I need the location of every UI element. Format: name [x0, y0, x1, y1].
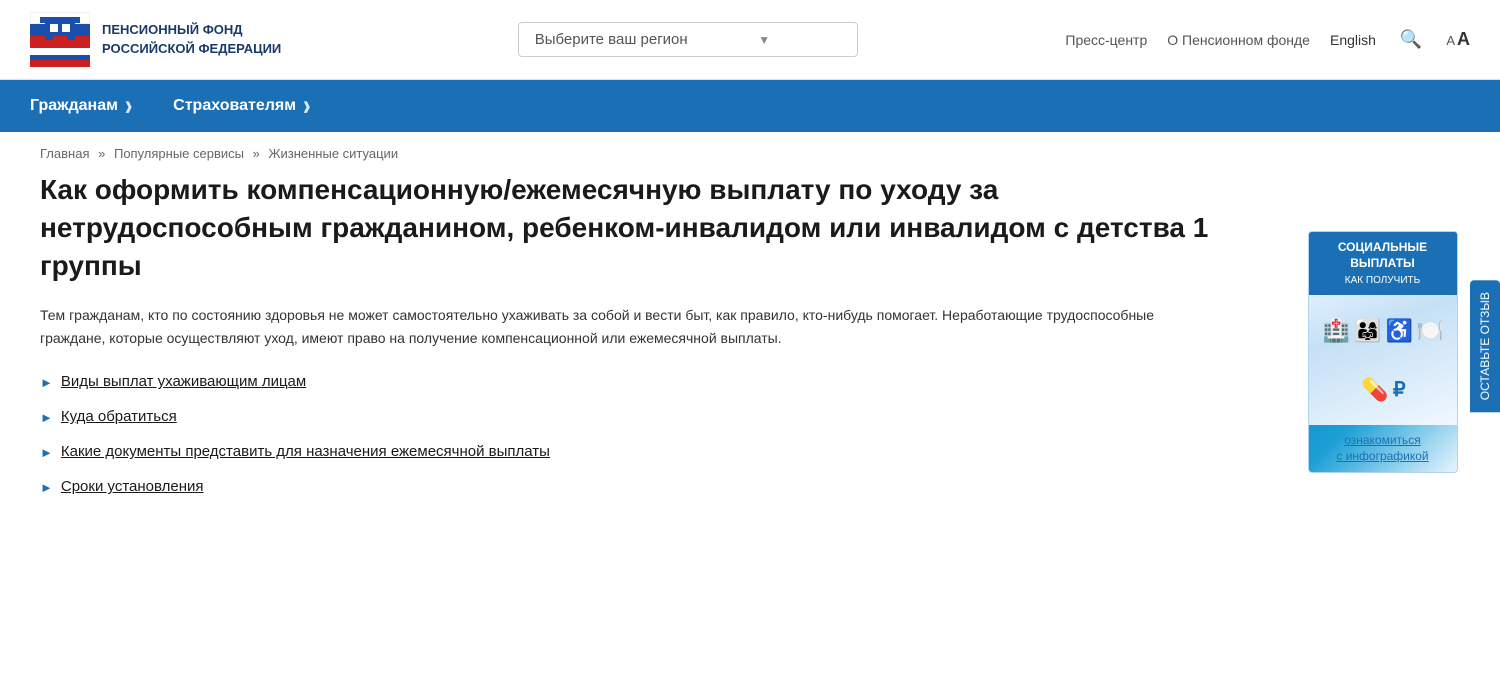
- list-item: ► Виды выплат ухаживающим лицам: [40, 373, 1275, 390]
- link-where-to-apply[interactable]: Куда обратиться: [61, 408, 177, 425]
- infographic-title: СОЦИАЛЬНЫЕ ВЫПЛАТЫ: [1315, 240, 1451, 271]
- infographic-icon-medical: 🏥: [1323, 318, 1350, 344]
- logo-text: ПЕНСИОННЫЙ ФОНД РОССИЙСКОЙ ФЕДЕРАЦИИ: [102, 21, 281, 57]
- page-title: Как оформить компенсационную/ежемесячную…: [40, 171, 1240, 284]
- infographic-header: СОЦИАЛЬНЫЕ ВЫПЛАТЫ КАК ПОЛУЧИТЬ: [1309, 232, 1457, 295]
- content-sidebar: СОЦИАЛЬНЫЕ ВЫПЛАТЫ КАК ПОЛУЧИТЬ 🏥 👨‍👩‍👧 …: [1305, 171, 1460, 513]
- infographic-image-content: 🏥 👨‍👩‍👧 ♿ 🍽️ 💊 ₽: [1309, 295, 1458, 425]
- arrow-icon-3: ►: [40, 445, 53, 460]
- region-placeholder: Выберите ваш регион: [535, 31, 688, 48]
- breadcrumb-sep1: »: [98, 146, 105, 161]
- breadcrumb-home[interactable]: Главная: [40, 146, 89, 161]
- infographic-icon-ruble: ₽: [1393, 377, 1406, 402]
- infographic-icon-wheelchair: ♿: [1386, 318, 1413, 344]
- content-area: Как оформить компенсационную/ежемесячную…: [40, 171, 1460, 543]
- about-link[interactable]: О Пенсионном фонде: [1167, 32, 1310, 48]
- language-link[interactable]: English: [1330, 32, 1376, 48]
- breadcrumb: Главная » Популярные сервисы » Жизненные…: [40, 132, 1460, 171]
- link-payment-types[interactable]: Виды выплат ухаживающим лицам: [61, 373, 306, 390]
- infographic-sub: КАК ПОЛУЧИТЬ: [1315, 274, 1451, 287]
- feedback-tab[interactable]: ОСТАВЬТЕ ОТЗЫВ: [1470, 280, 1500, 412]
- infographic-image: 🏥 👨‍👩‍👧 ♿ 🍽️ 💊 ₽: [1309, 295, 1458, 425]
- link-deadlines[interactable]: Сроки установления: [61, 478, 204, 495]
- breadcrumb-popular[interactable]: Популярные сервисы: [114, 146, 244, 161]
- font-small-icon[interactable]: A: [1446, 33, 1455, 48]
- chevron-down-icon: ▼: [688, 33, 841, 47]
- nav-insurers-label: Страхователям: [173, 97, 296, 115]
- logo-area: ПЕНСИОННЫЙ ФОНД РОССИЙСКОЙ ФЕДЕРАЦИИ: [30, 12, 310, 67]
- list-item: ► Какие документы представить для назнач…: [40, 443, 1275, 460]
- list-item: ► Куда обратиться: [40, 408, 1275, 425]
- infographic-box[interactable]: СОЦИАЛЬНЫЕ ВЫПЛАТЫ КАК ПОЛУЧИТЬ 🏥 👨‍👩‍👧 …: [1308, 231, 1458, 473]
- infographic-icon-family: 👨‍👩‍👧: [1354, 318, 1381, 344]
- header-nav: Пресс-центр О Пенсионном фонде English 🔍…: [1065, 29, 1470, 50]
- list-item: ► Сроки установления: [40, 478, 1275, 495]
- region-select-container: Выберите ваш регион ▼: [310, 22, 1065, 57]
- nav-insurers-chevron-icon: ❱: [302, 100, 311, 113]
- content-main: Как оформить компенсационную/ежемесячную…: [40, 171, 1275, 513]
- links-list: ► Виды выплат ухаживающим лицам ► Куда о…: [40, 373, 1275, 495]
- intro-text: Тем гражданам, кто по состоянию здоровья…: [40, 304, 1220, 349]
- infographic-icon-medicine: 💊: [1361, 377, 1388, 403]
- arrow-icon-4: ►: [40, 480, 53, 495]
- main-nav: Гражданам ❱ Страхователям ❱: [0, 80, 1500, 132]
- nav-citizens[interactable]: Гражданам ❱: [30, 80, 153, 132]
- arrow-icon-2: ►: [40, 410, 53, 425]
- nav-citizens-label: Гражданам: [30, 97, 118, 115]
- nav-citizens-chevron-icon: ❱: [124, 100, 133, 113]
- font-large-icon[interactable]: A: [1457, 29, 1470, 50]
- arrow-icon-1: ►: [40, 375, 53, 390]
- link-documents[interactable]: Какие документы представить для назначен…: [61, 443, 550, 460]
- infographic-icon-food: 🍽️: [1417, 318, 1444, 344]
- breadcrumb-current: Жизненные ситуации: [268, 146, 398, 161]
- main-container: Главная » Популярные сервисы » Жизненные…: [10, 132, 1490, 543]
- infographic-link[interactable]: ознакомитьсяс инфографикой: [1309, 425, 1457, 472]
- logo-icon: [30, 12, 90, 67]
- header: ПЕНСИОННЫЙ ФОНД РОССИЙСКОЙ ФЕДЕРАЦИИ Выб…: [0, 0, 1500, 80]
- nav-insurers[interactable]: Страхователям ❱: [153, 80, 331, 132]
- search-icon[interactable]: 🔍: [1400, 29, 1422, 50]
- breadcrumb-sep2: »: [253, 146, 260, 161]
- font-size-control[interactable]: A A: [1446, 29, 1470, 50]
- press-center-link[interactable]: Пресс-центр: [1065, 32, 1147, 48]
- region-dropdown[interactable]: Выберите ваш регион ▼: [518, 22, 858, 57]
